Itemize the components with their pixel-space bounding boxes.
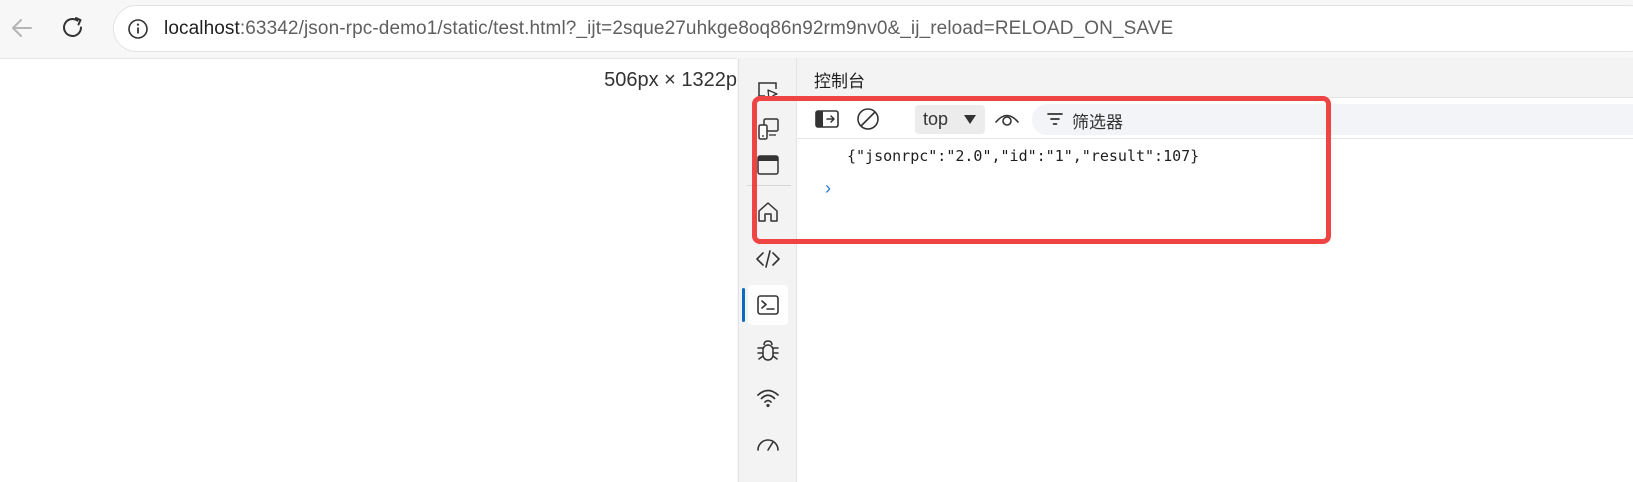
reload-icon xyxy=(63,17,82,37)
filter-icon xyxy=(1047,113,1063,125)
context-selector-value: top xyxy=(923,109,949,129)
console-icon xyxy=(757,295,779,315)
browser-window-icon xyxy=(757,155,779,175)
devtools: 控制台 top 筛选器 {"jsonrpc":"2.0","id":"1","r… xyxy=(738,58,1633,482)
performance-icon xyxy=(757,439,779,451)
url-host: localhost xyxy=(164,18,240,39)
address-bar[interactable]: localhost:63342/json-rpc-demo1/static/te… xyxy=(113,5,1633,52)
clear-console-icon xyxy=(857,108,879,130)
page-viewport: 506px × 1322p xyxy=(0,58,737,482)
browser-window-button[interactable] xyxy=(748,145,788,185)
device-emulation-button[interactable] xyxy=(748,109,788,149)
dropdown-arrow-icon xyxy=(964,115,976,124)
viewport-dimensions-label: 506px × 1322p xyxy=(604,69,737,91)
live-expression-button[interactable] xyxy=(993,105,1021,133)
toggle-sidebar-button[interactable] xyxy=(813,105,841,133)
console-toolbar: top 筛选器 xyxy=(797,99,1633,139)
network-tool-button[interactable] xyxy=(748,378,788,418)
inspect-element-button[interactable] xyxy=(748,71,788,111)
browser-toolbar: localhost:63342/json-rpc-demo1/static/te… xyxy=(0,0,1633,58)
active-tool-indicator xyxy=(742,288,745,322)
console-log-entry: {"jsonrpc":"2.0","id":"1","result":107} xyxy=(847,147,1200,165)
network-icon xyxy=(757,389,779,408)
filter-placeholder: 筛选器 xyxy=(1072,113,1123,132)
inspect-element-icon xyxy=(758,82,778,102)
elements-tool-button[interactable] xyxy=(748,239,788,279)
home-icon xyxy=(758,202,778,222)
panel-title: 控制台 xyxy=(814,72,865,91)
devtools-activity-bar xyxy=(738,58,797,482)
clear-console-button[interactable] xyxy=(854,105,882,133)
console-prompt-input[interactable]: › xyxy=(825,178,831,199)
info-icon[interactable] xyxy=(126,17,150,41)
panel-header: 控制台 xyxy=(797,58,1633,98)
browser-window: localhost:63342/json-rpc-demo1/static/te… xyxy=(0,0,1633,482)
toggle-sidebar-icon xyxy=(815,110,839,128)
context-selector[interactable]: top xyxy=(915,105,985,134)
reload-button[interactable] xyxy=(55,10,91,46)
console-tool-button[interactable] xyxy=(748,285,788,325)
sources-debug-icon xyxy=(757,340,779,361)
elements-icon xyxy=(756,250,780,268)
live-expression-eye-icon xyxy=(995,114,1019,126)
url-path: :63342/json-rpc-demo1/static/test.html?_… xyxy=(239,18,1174,39)
arrow-left-icon xyxy=(12,19,32,37)
url-text[interactable]: localhost:63342/json-rpc-demo1/static/te… xyxy=(164,18,1173,40)
console-panel: 控制台 top 筛选器 {"jsonrpc":"2.0","id":"1","r… xyxy=(797,58,1633,482)
performance-tool-button[interactable] xyxy=(748,423,788,463)
filter-input[interactable]: 筛选器 xyxy=(1032,104,1633,135)
back-button[interactable] xyxy=(4,10,40,46)
device-emulation-icon xyxy=(758,118,779,140)
activity-separator xyxy=(747,185,791,186)
sources-debug-button[interactable] xyxy=(748,331,788,371)
welcome-home-button[interactable] xyxy=(748,192,788,232)
console-output: {"jsonrpc":"2.0","id":"1","result":107} … xyxy=(797,140,1633,482)
